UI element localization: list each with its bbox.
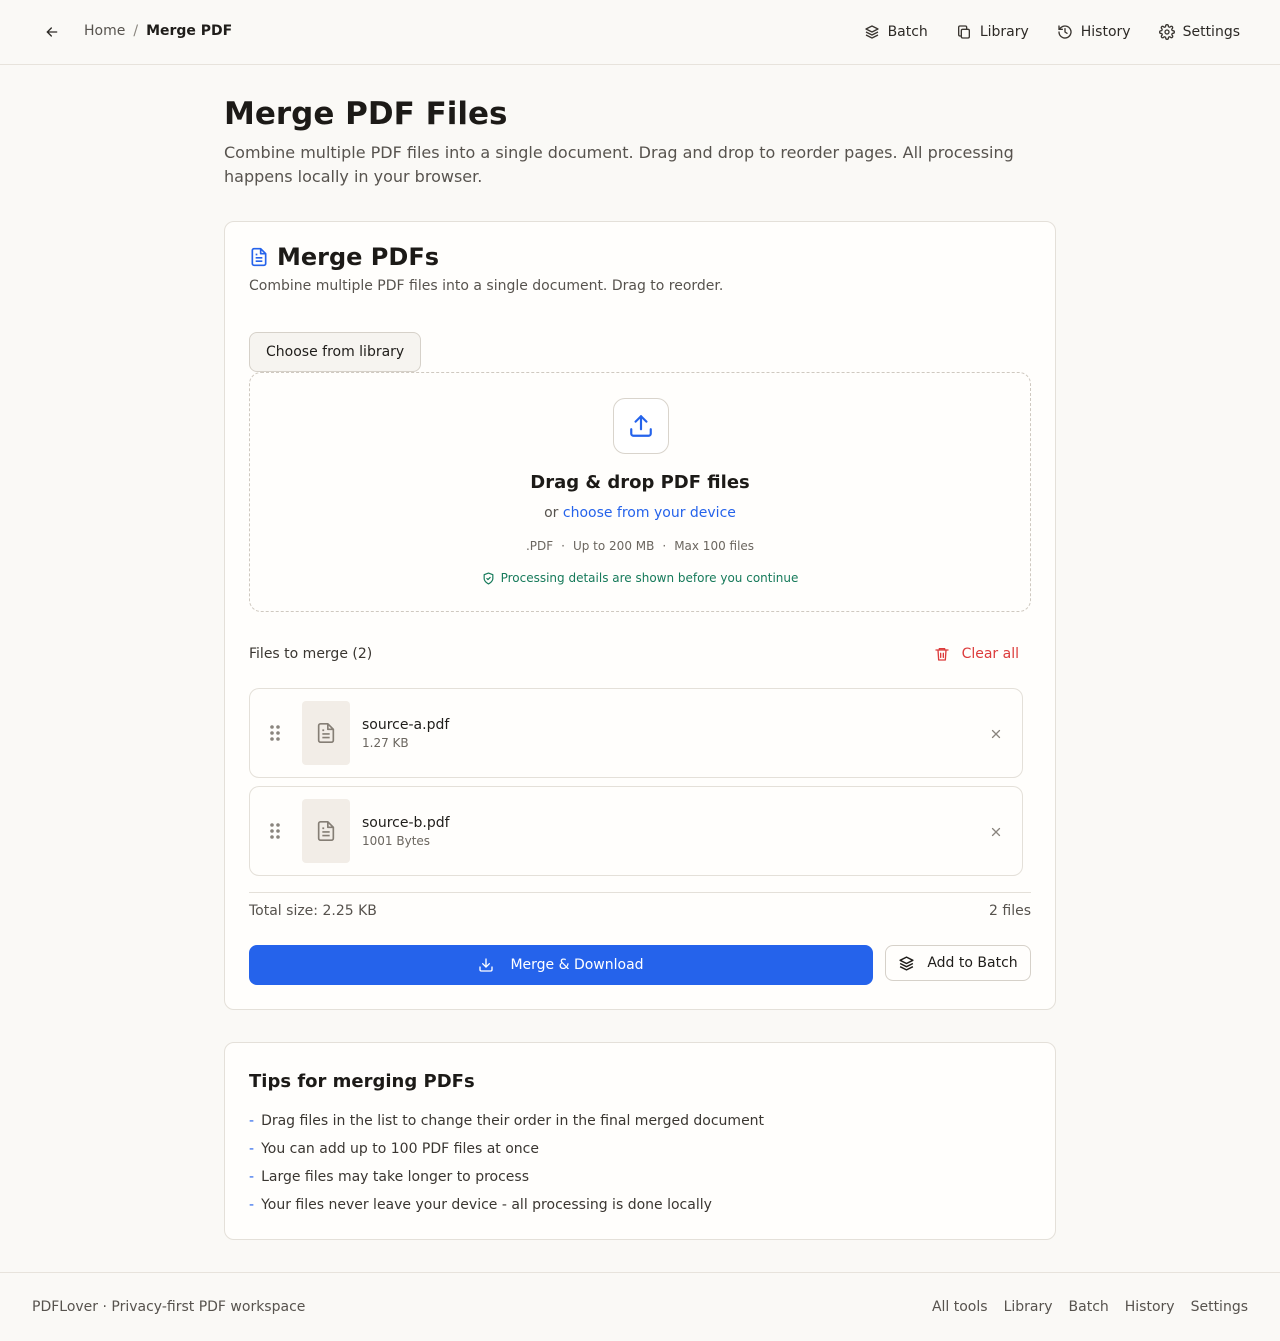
tip-item: - Your files never leave your device - al… bbox=[249, 1195, 764, 1223]
privacy-note-text: Processing details are shown before you … bbox=[500, 571, 799, 585]
remove-file-close-icon[interactable] bbox=[984, 722, 1008, 746]
nav-library-label: Library bbox=[979, 24, 1029, 40]
file-name: source-a.pdf bbox=[362, 717, 450, 733]
tips-title: Tips for merging PDFs bbox=[249, 1071, 475, 1092]
dropzone-meta-size-limit: Up to 200 MB bbox=[572, 539, 655, 553]
add-to-batch-button[interactable]: Add to Batch bbox=[885, 945, 1031, 981]
merge-and-download-button[interactable]: Merge & Download bbox=[249, 945, 873, 985]
tip-bullet: - bbox=[249, 1169, 255, 1185]
remove-file-close-icon[interactable] bbox=[984, 820, 1008, 844]
dropzone-meta-file-limit: Max 100 files bbox=[674, 539, 755, 553]
breadcrumb-current: Merge PDF bbox=[146, 23, 233, 39]
file-document-icon bbox=[315, 820, 337, 842]
meta-separator: · bbox=[662, 539, 667, 553]
card-title: Merge PDFs bbox=[277, 243, 439, 271]
total-size: Total size: 2.25 KB bbox=[249, 903, 377, 919]
gear-icon bbox=[1158, 24, 1175, 40]
tip-item: - Drag files in the list to change their … bbox=[249, 1111, 764, 1139]
nav-history[interactable]: History bbox=[1047, 14, 1141, 50]
tip-bullet: - bbox=[249, 1113, 255, 1129]
file-name: source-b.pdf bbox=[362, 815, 450, 831]
file-thumbnail bbox=[302, 701, 350, 765]
page-description: Combine multiple PDF files into a single… bbox=[224, 143, 1014, 186]
nav-batch-label: Batch bbox=[887, 24, 928, 40]
top-nav: Batch Library History Settings bbox=[846, 14, 1250, 50]
files-to-merge-label: Files to merge (2) bbox=[249, 646, 373, 662]
back-arrow-icon[interactable] bbox=[40, 20, 64, 44]
dropzone-meta: .PDF · Up to 200 MB · Max 100 files bbox=[250, 539, 1030, 553]
batch-button-label: Add to Batch bbox=[927, 955, 1018, 971]
history-icon bbox=[1057, 24, 1073, 40]
page-title: Merge PDF Files bbox=[224, 96, 508, 132]
copy-icon bbox=[956, 24, 972, 40]
footer-link-library[interactable]: Library bbox=[1004, 1299, 1053, 1315]
file-list-item[interactable]: source-a.pdf 1.27 KB bbox=[249, 688, 1023, 778]
footer-link-history[interactable]: History bbox=[1125, 1299, 1175, 1315]
choose-from-device-link[interactable]: choose from your device bbox=[563, 505, 736, 521]
file-thumbnail bbox=[302, 799, 350, 863]
dropzone-or-line: or choose from your device bbox=[250, 505, 1030, 521]
layers-icon bbox=[864, 24, 880, 40]
tip-item: - You can add up to 100 PDF files at once bbox=[249, 1139, 764, 1167]
footer-link-batch[interactable]: Batch bbox=[1069, 1299, 1109, 1315]
tips-card: Tips for merging PDFs - Drag files in the… bbox=[224, 1042, 1056, 1240]
merge-button-label: Merge & Download bbox=[510, 957, 644, 973]
tip-item: - Large files may take longer to process bbox=[249, 1167, 764, 1195]
footer-link-all-tools[interactable]: All tools bbox=[932, 1299, 988, 1315]
nav-settings[interactable]: Settings bbox=[1149, 14, 1250, 50]
clear-all-label: Clear all bbox=[961, 646, 1019, 662]
footer: PDFLover · Privacy-first PDF workspace A… bbox=[0, 1272, 1280, 1341]
file-size: 1001 Bytes bbox=[362, 834, 431, 848]
footer-links: All tools Library Batch History Settings bbox=[932, 1299, 1248, 1315]
divider bbox=[249, 892, 1031, 893]
dropzone[interactable]: Drag & drop PDF files or choose from you… bbox=[249, 372, 1031, 612]
breadcrumb: Home / Merge PDF bbox=[84, 23, 232, 39]
tip-text: Your files never leave your device - all… bbox=[261, 1197, 712, 1213]
nav-history-label: History bbox=[1080, 24, 1131, 40]
nav-settings-label: Settings bbox=[1182, 24, 1240, 40]
tip-bullet: - bbox=[249, 1197, 255, 1213]
file-document-icon bbox=[315, 722, 337, 744]
file-text-icon bbox=[249, 247, 269, 267]
breadcrumb-home-link[interactable]: Home bbox=[84, 23, 125, 39]
nav-batch[interactable]: Batch bbox=[854, 14, 938, 50]
tip-text: Drag files in the list to change their o… bbox=[261, 1113, 765, 1129]
trash-icon bbox=[934, 646, 950, 662]
file-count: 2 files bbox=[989, 903, 1031, 919]
footer-link-settings[interactable]: Settings bbox=[1191, 1299, 1248, 1315]
nav-library[interactable]: Library bbox=[946, 14, 1039, 50]
file-list-item[interactable]: source-b.pdf 1001 Bytes bbox=[249, 786, 1023, 876]
merge-card: Merge PDFs Combine multiple PDF files in… bbox=[224, 221, 1056, 1010]
footer-brand: PDFLover · Privacy-first PDF workspace bbox=[32, 1299, 306, 1315]
download-icon bbox=[478, 957, 494, 973]
breadcrumb-separator: / bbox=[133, 23, 139, 39]
tips-list: - Drag files in the list to change their … bbox=[249, 1111, 764, 1223]
dropzone-or-text: or bbox=[544, 505, 559, 521]
card-header: Merge PDFs bbox=[249, 243, 439, 271]
dropzone-meta-filetype: .PDF bbox=[525, 539, 554, 553]
card-subtitle: Combine multiple PDF files into a single… bbox=[249, 278, 724, 294]
tip-text: Large files may take longer to process bbox=[261, 1169, 529, 1185]
top-bar: Home / Merge PDF Batch Library History S… bbox=[0, 0, 1280, 65]
tip-bullet: - bbox=[249, 1141, 255, 1157]
drag-handle-icon[interactable] bbox=[268, 821, 282, 841]
dropzone-title: Drag & drop PDF files bbox=[530, 472, 750, 493]
clear-all-button[interactable]: Clear all bbox=[922, 638, 1031, 670]
privacy-note: Processing details are shown before you … bbox=[250, 571, 1030, 585]
file-size: 1.27 KB bbox=[362, 736, 409, 750]
upload-icon bbox=[613, 398, 669, 454]
choose-from-library-button[interactable]: Choose from library bbox=[249, 332, 422, 372]
meta-separator: · bbox=[561, 539, 565, 553]
drag-handle-icon[interactable] bbox=[268, 723, 282, 743]
shield-check-icon bbox=[482, 571, 495, 585]
tip-text: You can add up to 100 PDF files at once bbox=[261, 1141, 539, 1157]
layers-icon bbox=[898, 955, 915, 972]
